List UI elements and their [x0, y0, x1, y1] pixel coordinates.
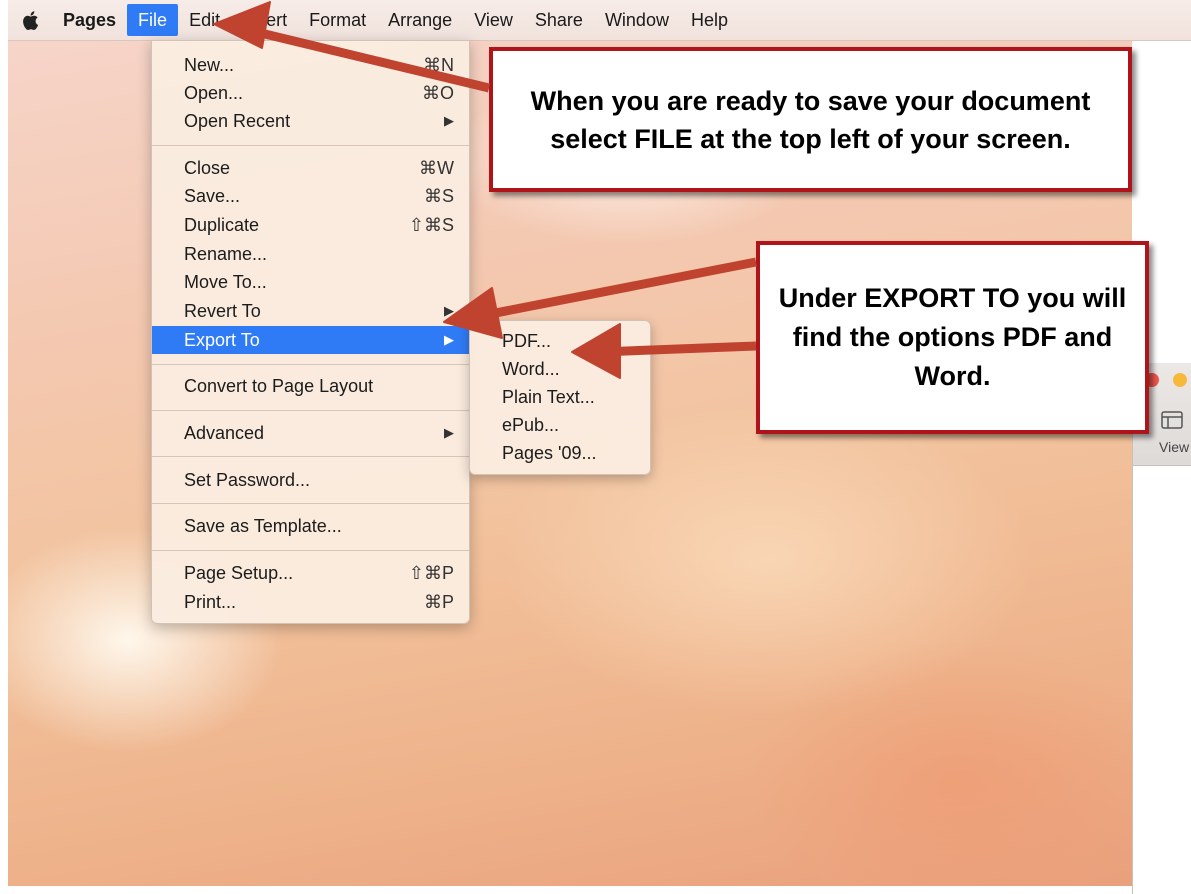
- menu-item-advanced[interactable]: Advanced ▶: [152, 419, 469, 447]
- menu-item-open[interactable]: Open... ⌘O: [152, 79, 469, 107]
- menu-item-close[interactable]: Close ⌘W: [152, 154, 469, 182]
- menu-help[interactable]: Help: [680, 4, 739, 36]
- menu-item-label: Set Password...: [184, 470, 311, 490]
- export-plain-text-item[interactable]: Plain Text...: [502, 383, 595, 411]
- menu-item-label: Open Recent: [184, 111, 291, 131]
- menu-item-label: Move To...: [184, 272, 267, 292]
- menu-share[interactable]: Share: [524, 4, 594, 36]
- menu-separator: [152, 364, 469, 365]
- menu-item-label: Advanced: [184, 423, 265, 443]
- shortcut-label: ⌘N: [423, 55, 454, 75]
- menu-item-label: Rename...: [184, 244, 268, 264]
- submenu-arrow-icon: ▶: [444, 303, 454, 318]
- menu-separator: [152, 410, 469, 411]
- menu-item-duplicate[interactable]: Duplicate ⇧⌘S: [152, 211, 469, 239]
- menu-bar: Pages File Edit Insert Format Arrange Vi…: [8, 0, 1191, 41]
- menu-item-save-as-template[interactable]: Save as Template...: [152, 512, 469, 540]
- shortcut-label: ⌘W: [419, 158, 454, 178]
- menu-item-convert-to-page-layout[interactable]: Convert to Page Layout: [152, 372, 469, 400]
- menu-item-set-password[interactable]: Set Password...: [152, 466, 469, 494]
- export-submenu: PDF... Word... Plain Text... ePub... Pag…: [469, 320, 651, 475]
- menu-arrange[interactable]: Arrange: [377, 4, 463, 36]
- submenu-arrow-icon: ▶: [444, 332, 454, 347]
- menu-item-move-to[interactable]: Move To...: [152, 268, 469, 296]
- menu-item-label: Print...: [184, 592, 237, 612]
- menu-edit[interactable]: Edit: [178, 4, 231, 36]
- menu-item-open-recent[interactable]: Open Recent ▶: [152, 107, 469, 135]
- menu-item-label: Save as Template...: [184, 516, 342, 536]
- menu-separator: [152, 503, 469, 504]
- menu-item-rename[interactable]: Rename...: [152, 240, 469, 268]
- export-pdf-item[interactable]: PDF...: [502, 327, 551, 355]
- shortcut-label: ⌘P: [423, 592, 454, 612]
- instruction-callout-export: Under EXPORT TO you will find the option…: [756, 241, 1149, 434]
- menu-separator: [152, 456, 469, 457]
- minimize-window-icon[interactable]: [1173, 373, 1187, 387]
- menu-window[interactable]: Window: [594, 4, 680, 36]
- instruction-callout-save: When you are ready to save your document…: [489, 47, 1132, 192]
- menu-item-label: New...: [184, 55, 235, 75]
- menu-item-new[interactable]: New... ⌘N: [152, 51, 469, 79]
- menu-view[interactable]: View: [463, 4, 524, 36]
- menu-app-pages[interactable]: Pages: [52, 4, 127, 36]
- menu-item-page-setup[interactable]: Page Setup... ⇧⌘P: [152, 559, 469, 587]
- menu-file[interactable]: File: [127, 4, 179, 36]
- submenu-arrow-icon: ▶: [444, 425, 454, 440]
- menu-item-label: Page Setup...: [184, 563, 294, 583]
- menu-item-label: Convert to Page Layout: [184, 376, 374, 396]
- shortcut-label: ⌘S: [423, 186, 454, 206]
- shortcut-label: ⇧⌘S: [408, 215, 454, 235]
- menu-item-label: Close: [184, 158, 231, 178]
- menu-item-revert-to[interactable]: Revert To ▶: [152, 297, 469, 325]
- file-menu-dropdown: New... ⌘N Open... ⌘O Open Recent ▶ Close ⌘W …: [151, 40, 470, 624]
- menu-format[interactable]: Format: [298, 4, 377, 36]
- view-icon[interactable]: [1161, 411, 1183, 434]
- menu-insert[interactable]: Insert: [231, 4, 298, 36]
- menu-item-print[interactable]: Print... ⌘P: [152, 588, 469, 616]
- shortcut-label: ⌘O: [421, 83, 454, 103]
- menu-item-label: Open...: [184, 83, 244, 103]
- background-window: View: [1132, 363, 1191, 894]
- submenu-arrow-icon: ▶: [444, 113, 454, 128]
- menu-item-label: Revert To: [184, 301, 261, 321]
- export-word-item[interactable]: Word...: [502, 355, 560, 383]
- menu-item-save[interactable]: Save... ⌘S: [152, 182, 469, 210]
- export-pages-09-item[interactable]: Pages '09...: [502, 439, 597, 467]
- menu-item-label: Duplicate: [184, 215, 260, 235]
- menu-separator: [152, 145, 469, 146]
- menu-item-export-to[interactable]: Export To ▶: [152, 326, 469, 354]
- shortcut-label: ⇧⌘P: [408, 563, 454, 583]
- menu-item-label: Export To: [184, 330, 260, 350]
- apple-icon[interactable]: [8, 10, 52, 31]
- view-label: View: [1159, 439, 1190, 455]
- export-epub-item[interactable]: ePub...: [502, 411, 559, 439]
- menu-separator: [152, 550, 469, 551]
- menu-item-label: Save...: [184, 186, 241, 206]
